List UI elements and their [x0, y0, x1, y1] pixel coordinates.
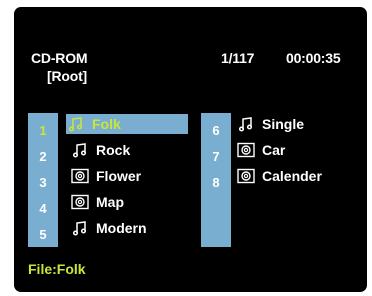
list-item-flower[interactable]: Flower: [70, 166, 141, 186]
number-column-left: 1 2 3 4 5: [28, 113, 58, 247]
item-number: 2: [39, 149, 47, 164]
item-number: 3: [39, 175, 47, 190]
list-item-label: Car: [262, 142, 286, 158]
music-note-icon: [236, 115, 256, 133]
list-item-label: Rock: [96, 142, 131, 158]
item-number: 4: [39, 201, 47, 216]
list-item-rock[interactable]: Rock: [70, 140, 130, 160]
music-note-icon: [70, 141, 90, 159]
source-label: CD-ROM: [31, 50, 88, 66]
item-number: 8: [212, 175, 220, 190]
item-number: 7: [212, 149, 220, 164]
list-item-folk[interactable]: Folk: [66, 114, 188, 134]
list-item-single[interactable]: Single: [236, 114, 304, 134]
list-item-car[interactable]: Car: [236, 140, 285, 160]
player-screen: CD-ROM [Root] 1/117 00:00:35 1 2 3 4 5 6…: [14, 7, 367, 292]
camera-icon: [70, 167, 90, 185]
status-file-label: File:Folk: [28, 261, 86, 277]
item-number: 1: [39, 123, 47, 138]
list-item-label: Single: [262, 116, 305, 132]
camera-icon: [70, 193, 90, 211]
elapsed-time: 00:00:35: [286, 50, 341, 66]
list-item-calender[interactable]: Calender: [236, 166, 322, 186]
number-column-right: 6 7 8: [201, 113, 231, 247]
list-item-label: Map: [96, 194, 124, 210]
camera-icon: [236, 141, 256, 159]
item-number: 6: [212, 123, 220, 138]
music-note-icon: [70, 219, 90, 237]
list-item-map[interactable]: Map: [70, 192, 124, 212]
music-note-icon: [66, 115, 86, 133]
list-item-label: Calender: [262, 168, 322, 184]
track-counter: 1/117: [221, 50, 255, 66]
camera-icon: [236, 167, 256, 185]
list-item-label: Flower: [96, 168, 142, 184]
item-number: 5: [39, 227, 47, 242]
list-item-modern[interactable]: Modern: [70, 218, 147, 238]
folder-path: [Root]: [47, 68, 88, 84]
list-item-label: Folk: [92, 116, 121, 132]
list-item-label: Modern: [96, 220, 147, 236]
